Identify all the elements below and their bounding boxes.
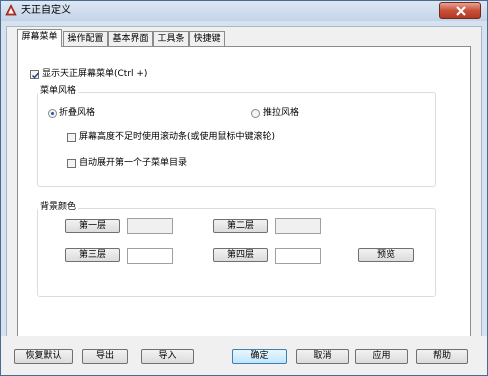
layer3-color-swatch[interactable] [127, 248, 173, 264]
tab-operation-config[interactable]: 操作配置 [63, 31, 108, 46]
tab-toolbar[interactable]: 工具条 [153, 31, 189, 46]
ok-button[interactable]: 确定 [232, 349, 287, 364]
dialog-client-area: 屏幕菜单 操作配置 基本界面 工具条 快捷键 显示天正屏幕菜单(Ctrl +) … [6, 26, 482, 371]
layer3-color-button[interactable]: 第三层 [65, 248, 120, 262]
close-icon [456, 6, 466, 16]
folding-style-radio[interactable] [48, 109, 57, 118]
tab-basic-interface[interactable]: 基本界面 [108, 31, 153, 46]
show-menu-checkbox[interactable] [30, 70, 40, 79]
preview-button[interactable]: 预览 [358, 248, 414, 262]
auto-expand-checkbox[interactable] [67, 159, 76, 168]
export-button[interactable]: 导出 [82, 349, 128, 364]
folding-style-label: 折叠风格 [59, 108, 96, 118]
window-title: 天正自定义 [21, 5, 71, 16]
layer1-color-button[interactable]: 第一层 [65, 219, 120, 233]
restore-defaults-button[interactable]: 恢复默认 [14, 349, 73, 364]
layer4-color-button[interactable]: 第四层 [213, 248, 268, 262]
tab-screen-menu[interactable]: 屏幕菜单 [17, 29, 62, 47]
tab-shortcuts[interactable]: 快捷键 [189, 31, 225, 46]
title-bar[interactable]: 天正自定义 [1, 1, 487, 21]
scrollbar-checkbox[interactable] [67, 133, 76, 142]
pulling-style-radio[interactable] [251, 109, 260, 118]
pulling-style-label: 推拉风格 [263, 108, 300, 118]
footer-button-bar: 恢复默认 导出 导入 确定 取消 应用 帮助 [1, 336, 487, 375]
layer2-color-swatch[interactable] [275, 218, 321, 234]
menu-style-title: 菜单风格 [38, 86, 79, 97]
apply-button[interactable]: 应用 [355, 349, 408, 364]
tab-panel-screen-menu: 显示天正屏幕菜单(Ctrl +) 菜单风格 折叠风格 推拉风格 屏幕高度不足时使… [17, 46, 471, 364]
import-button[interactable]: 导入 [141, 349, 194, 364]
auto-expand-label: 自动展开第一个子菜单目录 [79, 158, 188, 168]
help-button[interactable]: 帮助 [416, 349, 468, 364]
layer2-color-button[interactable]: 第二层 [213, 219, 268, 233]
background-color-title: 背景颜色 [38, 202, 79, 213]
app-icon [5, 4, 17, 16]
close-button[interactable] [439, 2, 481, 19]
checkmark-icon [32, 72, 40, 79]
customize-dialog: 天正自定义 屏幕菜单 操作配置 基本界面 工具条 快捷键 显示天正屏幕菜单(Ct… [0, 0, 488, 376]
layer4-color-swatch[interactable] [275, 248, 321, 264]
scrollbar-label: 屏幕高度不足时使用滚动条(或使用鼠标中键滚轮) [79, 132, 276, 142]
show-menu-label: 显示天正屏幕菜单(Ctrl +) [42, 69, 148, 79]
layer1-color-swatch[interactable] [127, 218, 173, 234]
cancel-button[interactable]: 取消 [296, 349, 349, 364]
